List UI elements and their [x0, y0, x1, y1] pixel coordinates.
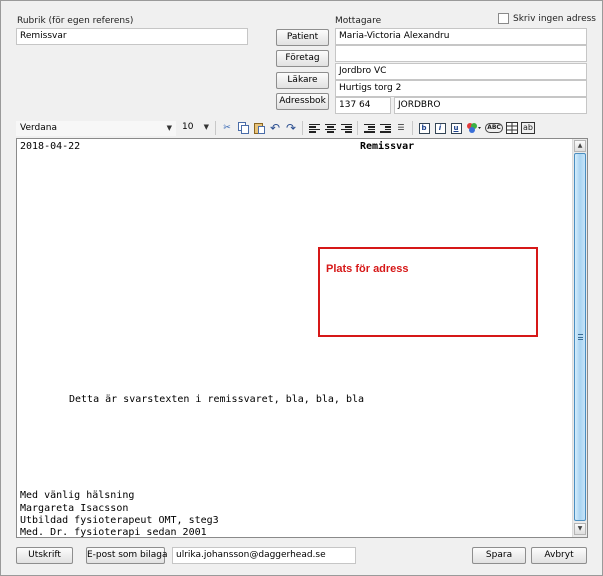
paste-icon[interactable]	[252, 121, 266, 135]
no-address-label: Skriv ingen adress	[513, 14, 596, 24]
scrollbar-thumb[interactable]	[574, 153, 586, 521]
cut-icon[interactable]: ✂	[220, 121, 234, 135]
italic-button[interactable]: i	[433, 121, 447, 135]
copy-icon[interactable]	[236, 121, 250, 135]
recipient-label: Mottagare	[335, 16, 382, 26]
print-button[interactable]: Utskrift	[16, 547, 73, 564]
recipient-org-input[interactable]: Jordbro VC	[335, 63, 587, 80]
underline-button[interactable]: u	[449, 121, 463, 135]
cancel-button[interactable]: Avbryt	[531, 547, 587, 564]
toolbar-separator	[215, 121, 216, 135]
indent-icon[interactable]	[378, 121, 392, 135]
no-address-checkbox[interactable]	[498, 13, 509, 24]
align-center-icon[interactable]	[323, 121, 337, 135]
email-input[interactable]: ulrika.johansson@daggerhead.se	[172, 547, 356, 564]
underline-icon: u	[450, 122, 462, 134]
italic-icon: i	[434, 122, 446, 134]
recipient-name-input[interactable]: Maria-Victoria Alexandru	[335, 28, 587, 45]
bullet-list-icon[interactable]: ☰	[394, 121, 408, 135]
align-left-icon[interactable]	[307, 121, 321, 135]
font-family-value: Verdana	[20, 122, 57, 133]
spellcheck-button[interactable]: ABC	[485, 121, 503, 135]
address-placeholder-text: Plats för adress	[326, 263, 409, 275]
outdent-icon[interactable]	[362, 121, 376, 135]
font-family-select[interactable]: Verdana ▼	[16, 120, 176, 136]
chevron-down-icon: ▼	[203, 122, 209, 131]
address-placeholder-box: Plats för adress	[318, 247, 538, 337]
patient-button[interactable]: Patient	[276, 29, 329, 46]
doctor-button[interactable]: Läkare	[276, 72, 329, 89]
recipient-postal-code-input[interactable]: 137 64	[335, 97, 391, 114]
signature-line: Med vänlig hälsning	[20, 490, 135, 501]
bold-icon: b	[418, 122, 430, 134]
scroll-up-icon[interactable]: ▲	[574, 140, 586, 152]
scroll-down-icon[interactable]: ▼	[574, 523, 586, 535]
undo-icon[interactable]: ↶	[268, 121, 282, 135]
email-attachment-button[interactable]: E-post som bilaga	[86, 547, 168, 564]
font-size-select[interactable]: 10 ▼	[178, 121, 212, 136]
vertical-scrollbar[interactable]: ▲ ▼	[572, 139, 587, 537]
document-title: Remissvar	[360, 141, 415, 152]
chevron-down-icon: ▼	[166, 123, 172, 132]
referral-reply-dialog: Rubrik (för egen referens) Remissvar Mot…	[0, 0, 603, 576]
address-book-button[interactable]: Adressbok	[276, 93, 329, 110]
redo-icon[interactable]: ↷	[284, 121, 298, 135]
company-button[interactable]: Företag	[276, 50, 329, 67]
toolbar-separator	[357, 121, 358, 135]
toolbar-separator	[412, 121, 413, 135]
bold-button[interactable]: b	[417, 121, 431, 135]
toolbar-separator	[302, 121, 303, 135]
recipient-city-input[interactable]: JORDBRO	[394, 97, 587, 114]
table-icon[interactable]	[505, 121, 519, 135]
color-icon[interactable]	[465, 121, 483, 135]
recipient-street-input[interactable]: Hurtigs torg 2	[335, 80, 587, 97]
document-editor[interactable]: 2018-04-22 Remissvar Plats för adress De…	[16, 138, 588, 538]
document-date: 2018-04-22	[20, 141, 81, 152]
signature-line: Utbildad fysioterapeut OMT, steg3	[20, 515, 219, 526]
subject-label: Rubrik (för egen referens)	[17, 16, 134, 26]
spellcheck-icon: ABC	[485, 123, 503, 133]
recipient-line2-input[interactable]	[335, 45, 587, 62]
formatting-toolbar: Verdana ▼ 10 ▼ ✂ ↶ ↷ ☰ b i u ABC ab	[16, 119, 588, 137]
document-content[interactable]: 2018-04-22 Remissvar Plats för adress De…	[17, 139, 573, 538]
signature-line: Margareta Isacsson	[20, 503, 129, 514]
align-right-icon[interactable]	[339, 121, 353, 135]
textbox-icon: ab	[521, 122, 535, 134]
font-size-value: 10	[182, 121, 194, 132]
textbox-button[interactable]: ab	[521, 121, 535, 135]
subject-input[interactable]: Remissvar	[16, 28, 248, 45]
grip-icon	[578, 334, 583, 340]
document-body-text: Detta är svarstexten i remissvaret, bla,…	[69, 394, 365, 405]
signature-line: Med. Dr. fysioterapi sedan 2001	[20, 527, 207, 538]
save-button[interactable]: Spara	[472, 547, 526, 564]
